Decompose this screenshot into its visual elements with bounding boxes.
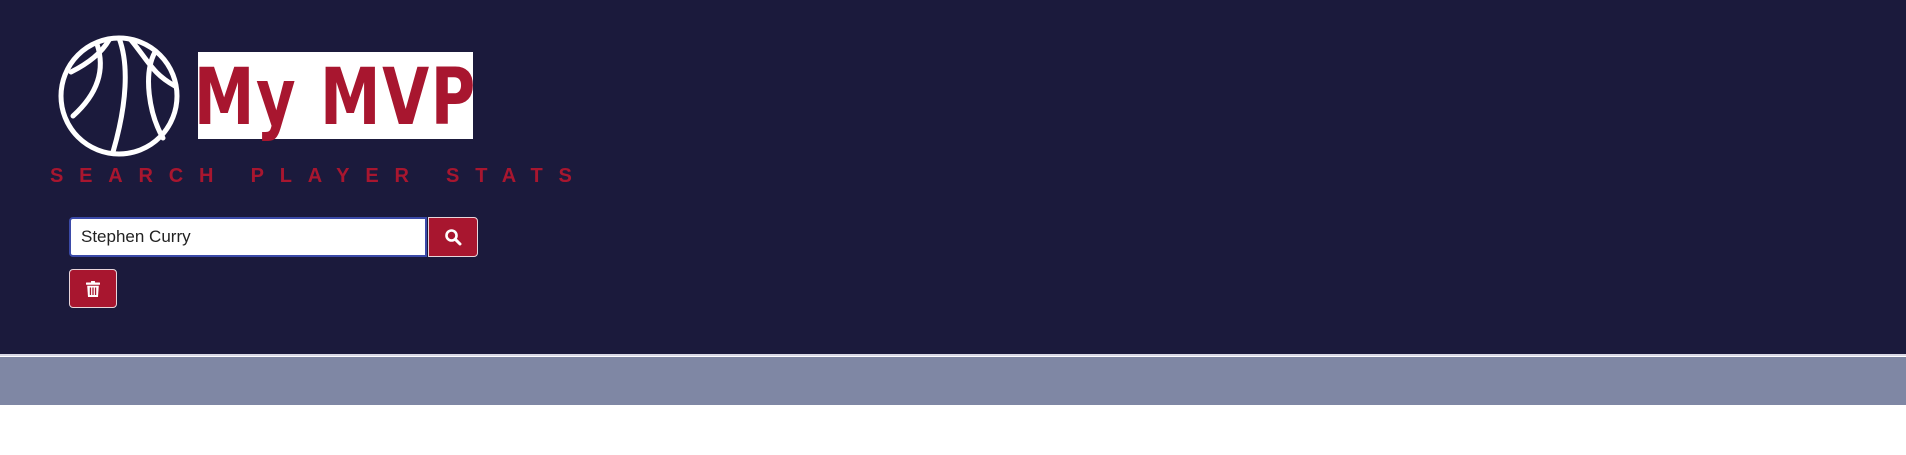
basketball-icon (58, 35, 180, 157)
app-subtitle: SEARCH PLAYER STATS (50, 165, 588, 187)
search-input[interactable] (69, 217, 427, 257)
search-button[interactable] (428, 217, 478, 257)
search-icon (445, 229, 462, 246)
trash-icon (86, 280, 100, 297)
header-divider (0, 354, 1906, 356)
app-title: My MVP (194, 52, 477, 143)
app-title-box: My MVP (194, 52, 475, 139)
results-band (0, 357, 1906, 405)
clear-history-button[interactable] (69, 269, 117, 308)
app-header: My MVP SEARCH PLAYER STATS (0, 0, 1906, 356)
